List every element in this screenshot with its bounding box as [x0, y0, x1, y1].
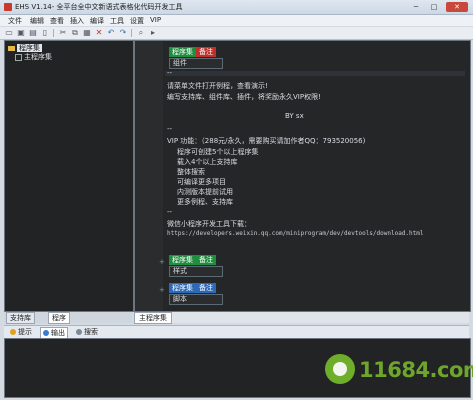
menu-tools[interactable]: 工具: [110, 16, 124, 26]
table-header-cell: 备注: [196, 255, 216, 265]
close-button[interactable]: ✕: [446, 2, 468, 12]
code-line[interactable]: 整体搜索: [177, 167, 205, 177]
table-body-3: 脚本: [169, 294, 223, 305]
menu-compile[interactable]: 编译: [90, 16, 104, 26]
code-line[interactable]: 编写支持库、组件库、插件，将奖励永久VIP权限!: [167, 92, 321, 102]
minimize-button[interactable]: ─: [408, 2, 424, 12]
code-line[interactable]: 程序可创建5个以上程序集: [177, 147, 258, 157]
code-line[interactable]: BY sx: [285, 112, 304, 120]
save-icon[interactable]: ▣: [16, 28, 26, 38]
table-header-cell: 备注: [196, 47, 216, 57]
table-header-cell: 程序集: [169, 283, 196, 293]
tab-support-library[interactable]: 支持库: [6, 312, 35, 324]
maximize-button[interactable]: □: [426, 2, 442, 12]
table-body-1: 组件: [169, 58, 223, 69]
code-line[interactable]: https://developers.weixin.qq.com/minipro…: [167, 230, 423, 237]
module-icon: [15, 53, 22, 61]
tab-label: 搜索: [84, 328, 98, 336]
menu-bar: 文件 编辑 查看 插入 编译 工具 设置 VIP: [0, 15, 473, 26]
row-highlight: [165, 71, 465, 76]
code-line[interactable]: --: [167, 125, 172, 133]
toolbar: ▭ ▣ ▤ ▯ ✂ ⧉ ▦ ✕ ↶ ↷ ⌕ ▸: [0, 27, 473, 40]
paste-icon[interactable]: ▦: [82, 28, 92, 38]
watermark: 11684.com: [325, 352, 473, 392]
left-tab-strip: 支持库 程序: [4, 312, 132, 324]
table-cell[interactable]: 组件: [169, 58, 223, 69]
editor-gutter: [135, 41, 163, 311]
code-line[interactable]: 载入4个以上支持库: [177, 157, 237, 167]
tree-root-label: 程序集: [17, 44, 42, 52]
cut-icon[interactable]: ✂: [58, 28, 68, 38]
folder-open-icon[interactable]: ▭: [4, 28, 14, 38]
code-line[interactable]: 内测版本提前试用: [177, 187, 233, 197]
table-header-3: 程序集 备注: [169, 283, 216, 293]
copy-icon[interactable]: ⧉: [70, 28, 80, 38]
code-line[interactable]: 更多例程、支持库: [177, 197, 233, 207]
tab-program[interactable]: 程序: [48, 312, 70, 324]
project-tree-panel: 程序集 主程序集: [4, 40, 134, 312]
table-cell[interactable]: 样式: [169, 266, 223, 277]
toolbar-separator: [53, 29, 54, 37]
undo-icon[interactable]: ↶: [106, 28, 116, 38]
redo-icon[interactable]: ↷: [118, 28, 128, 38]
watermark-text: 11684.com: [359, 358, 473, 382]
code-editor[interactable]: 程序集 备注 组件 -- 请菜单文件打开例程，查看演示! 编写支持库、组件库、插件…: [134, 40, 471, 312]
table-header-cell: 程序集: [169, 47, 196, 57]
tab-search[interactable]: 搜索: [74, 327, 100, 337]
table-cell[interactable]: 脚本: [169, 294, 223, 305]
table-body-2: 样式: [169, 266, 223, 277]
find-icon[interactable]: ⌕: [136, 28, 146, 38]
app-icon: [4, 3, 12, 11]
code-line[interactable]: 微信小程序开发工具下载：: [167, 219, 251, 229]
toolbar-separator: [131, 29, 132, 37]
run-icon[interactable]: ▸: [148, 28, 158, 38]
expand-icon[interactable]: +: [159, 258, 165, 266]
tab-main-module[interactable]: 主程序集: [134, 312, 172, 324]
code-line[interactable]: 可编译更多项目: [177, 177, 226, 187]
menu-edit[interactable]: 编辑: [30, 16, 44, 26]
menu-file[interactable]: 文件: [8, 16, 22, 26]
menu-insert[interactable]: 插入: [70, 16, 84, 26]
tab-hint[interactable]: 提示: [8, 327, 34, 337]
output-tab-strip: 提示 输出 搜索: [4, 325, 469, 339]
watermark-logo-icon: [325, 354, 355, 384]
code-line[interactable]: --: [167, 69, 172, 77]
tab-label: 提示: [18, 328, 32, 336]
search-icon: [76, 329, 82, 335]
menu-vip[interactable]: VIP: [150, 16, 161, 24]
tree-item-main[interactable]: 主程序集: [15, 52, 52, 62]
code-line[interactable]: --: [167, 208, 172, 216]
table-header-cell: 备注: [196, 283, 216, 293]
output-icon: [43, 330, 49, 336]
save-all-icon[interactable]: ▤: [28, 28, 38, 38]
table-header-1: 程序集 备注: [169, 47, 216, 57]
menu-view[interactable]: 查看: [50, 16, 64, 26]
page-icon[interactable]: ▯: [40, 28, 50, 38]
lightbulb-icon: [10, 329, 16, 335]
title-bar: EHS V1.14- 全平台全中文新语式表格化代码开发工具 ─ □ ✕: [0, 0, 473, 15]
tab-label: 输出: [51, 329, 65, 337]
delete-icon[interactable]: ✕: [94, 28, 104, 38]
code-line[interactable]: 请菜单文件打开例程，查看演示!: [167, 81, 268, 91]
window-title: EHS V1.14- 全平台全中文新语式表格化代码开发工具: [15, 3, 183, 11]
editor-tab-strip: 主程序集: [134, 312, 469, 324]
tree-item-label: 主程序集: [24, 53, 52, 61]
menu-settings[interactable]: 设置: [130, 16, 144, 26]
table-header-2: 程序集 备注: [169, 255, 216, 265]
table-header-cell: 程序集: [169, 255, 196, 265]
folder-icon: [8, 45, 15, 51]
expand-icon[interactable]: +: [159, 286, 165, 294]
code-line[interactable]: VIP 功能：（288元/永久，需要购买请加作者QQ：793520056): [167, 136, 365, 146]
